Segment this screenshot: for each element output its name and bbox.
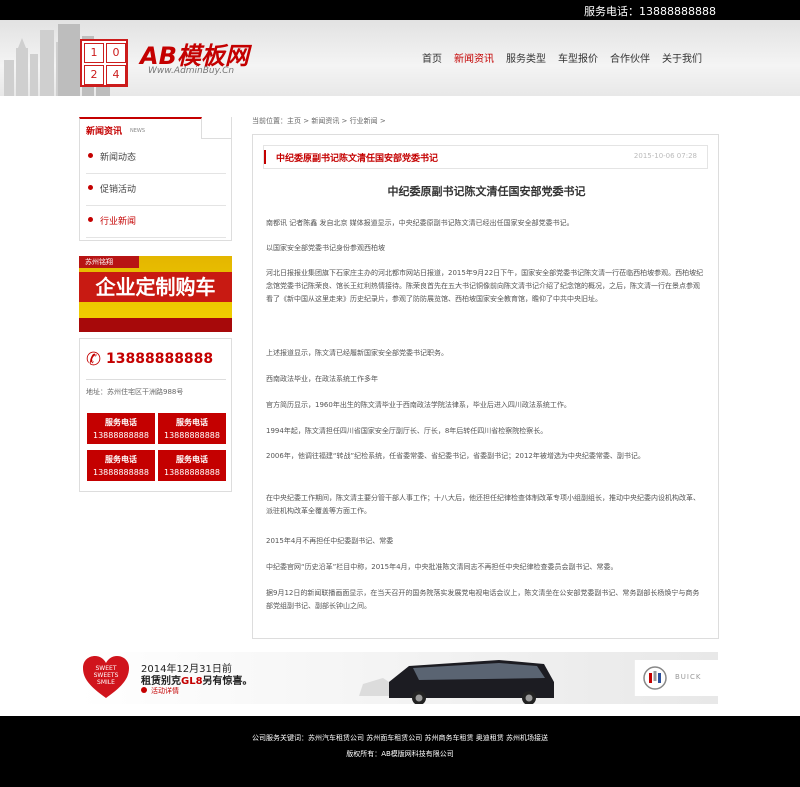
article-paragraph: 南都讯 记者陈鑫 发自北京 媒体报道显示，中央纪委原副书记陈文清已经出任国家安全… xyxy=(266,219,574,227)
heart-line: SWEET xyxy=(96,665,117,672)
article-paragraph: 西南政法毕业，在政法系统工作多年 xyxy=(266,375,378,383)
article-paragraph: 在中央纪委工作期间，陈文清主要分管干部人事工作；十八大后，他还担任纪律检查体制改… xyxy=(266,494,700,515)
contact-phone: 13888888888 xyxy=(106,351,214,367)
banner-text: 企业定制购车 xyxy=(79,272,232,302)
service-number: 13888888888 xyxy=(93,468,149,477)
buick-logo: BUICK xyxy=(634,660,718,696)
footer-copyright: 版权所有：AB模版网科技有限公司 xyxy=(346,750,454,758)
service-label: 服务电话 xyxy=(176,455,208,464)
divider xyxy=(202,138,232,139)
site-header: 1 0 2 4 AB模板网 Www.AdminBuy.Cn 首页 新闻资讯 服务… xyxy=(0,20,800,96)
contact-box: ✆ 13888888888 地址：苏州住宅区干洲路988号 服务电话 13888… xyxy=(79,338,232,492)
ad-line-offer: 租赁别克GL8另有惊喜。 xyxy=(141,672,253,687)
heart-line: SWEETS xyxy=(94,672,119,679)
nav-item-pricing[interactable]: 车型报价 xyxy=(558,50,598,65)
article-paragraph: 据9月12日的新闻联播画面显示，在当天召开的国务院落实发展党电视电话会议上，陈文… xyxy=(266,589,700,610)
main-nav: 首页 新闻资讯 服务类型 车型报价 合作伙伴 关于我们 xyxy=(422,50,702,65)
top-bar: 服务电话：13888888888 xyxy=(0,0,800,20)
service-number: 13888888888 xyxy=(164,431,220,440)
service-number: 13888888888 xyxy=(93,431,149,440)
ad-offer-c: 另有惊喜。 xyxy=(202,676,253,687)
banner-strip xyxy=(79,318,232,332)
article-paragraph: 上述报道显示，陈文清已经履新国家安全部党委书记职务。 xyxy=(266,349,448,357)
article-paragraph: 2006年，他调往福建“转战”纪检系统，任省委常委、省纪委书记，省委副书记；20… xyxy=(266,452,645,460)
logo-cell: 1 xyxy=(84,43,104,63)
promo-ad-banner[interactable]: SWEET SWEETS SMILE 2014年12月31日前 租赁别克GL8另… xyxy=(79,652,718,704)
logo-cell: 2 xyxy=(84,65,104,85)
sidebar-item-label: 行业新闻 xyxy=(100,217,137,227)
ad-offer-model: GL8 xyxy=(181,676,203,687)
article-date: 2015-10-06 07:28 xyxy=(633,152,697,160)
service-label: 服务电话 xyxy=(176,418,208,427)
ad-details-link[interactable]: 活动详情 xyxy=(151,686,179,696)
arrow-icon xyxy=(141,687,147,693)
article-paragraph: 官方简历显示，1960年出生的陈文清毕业于西南政法学院法律系，毕业后进入四川政法… xyxy=(266,401,571,409)
service-phone-button[interactable]: 服务电话 13888888888 xyxy=(87,413,155,444)
nav-item-about[interactable]: 关于我们 xyxy=(662,50,702,65)
sidebar-item-news-updates[interactable]: 新闻动态 xyxy=(86,142,226,174)
sidebar-item-label: 促销活动 xyxy=(100,185,137,195)
heart-line: SMILE xyxy=(97,679,115,686)
accent-bar xyxy=(264,150,266,164)
divider xyxy=(86,379,226,380)
service-phone-button[interactable]: 服务电话 13888888888 xyxy=(158,450,226,481)
article-paragraph: 1994年起，陈文清担任四川省国家安全厅副厅长、厅长，8年后转任四川省检察院检察… xyxy=(266,427,548,435)
service-phone-button[interactable]: 服务电话 13888888888 xyxy=(87,450,155,481)
article-paragraph: 2015年4月不再担任中纪委副书记、常委 xyxy=(266,537,394,545)
sidebar-title: 新闻资讯 xyxy=(86,127,123,137)
service-label: 服务电话 xyxy=(105,418,137,427)
buick-brand-text: BUICK xyxy=(675,673,702,681)
buick-shield-icon xyxy=(643,666,667,690)
article-paragraph: 中纪委官网“历史沿革”栏目中称，2015年4月，中央批准陈文清同志不再担任中央纪… xyxy=(266,563,618,571)
nav-item-services[interactable]: 服务类型 xyxy=(506,50,546,65)
sidebar-item-industry-news[interactable]: 行业新闻 xyxy=(86,206,226,238)
article-bar-title: 中纪委原副书记陈文清任国安部党委书记 xyxy=(276,154,439,164)
site-footer: 公司服务关键词：苏州汽车租赁公司 苏州面车租赁公司 苏州商务车租赁 奥迪租赁 苏… xyxy=(0,716,800,787)
top-phone: 服务电话：13888888888 xyxy=(584,5,716,18)
service-phone-button[interactable]: 服务电话 13888888888 xyxy=(158,413,226,444)
article-paragraph: 以国家安全部党委书记身份参观西柏坡 xyxy=(266,244,385,252)
service-number: 13888888888 xyxy=(164,468,220,477)
logo-subtitle: Www.AdminBuy.Cn xyxy=(148,66,235,76)
custom-car-banner[interactable]: 苏州铭翔 企业定制购车 xyxy=(79,256,232,332)
article-panel: 中纪委原副书记陈文清任国安部党委书记 2015-10-06 07:28 中纪委原… xyxy=(252,134,719,639)
article-paragraph: 河北日报报业集团旗下石家庄主办的河北都市网站日报道，2015年9月22日下午，国… xyxy=(266,269,704,303)
footer-keywords[interactable]: 公司服务关键词：苏州汽车租赁公司 苏州面车租赁公司 苏州商务车租赁 奥迪租赁 苏… xyxy=(0,733,800,743)
logo-cell: 0 xyxy=(106,43,126,63)
logo-cell: 4 xyxy=(106,65,126,85)
heart-logo-icon: SWEET SWEETS SMILE xyxy=(83,656,129,698)
bullet-icon xyxy=(88,153,93,158)
sidebar-title-en: NEWS xyxy=(130,128,146,134)
service-label: 服务电话 xyxy=(105,455,137,464)
breadcrumb[interactable]: 当前位置：主页 > 新闻资讯 > 行业新闻 > xyxy=(252,116,386,126)
article-headline: 中纪委原副书记陈文清任国安部党委书记 xyxy=(387,185,586,198)
bullet-icon xyxy=(88,185,93,190)
logo-mark[interactable]: 1 0 2 4 xyxy=(80,39,128,87)
nav-item-news[interactable]: 新闻资讯 xyxy=(454,50,494,65)
sidebar-item-label: 新闻动态 xyxy=(100,153,137,163)
van-image xyxy=(359,660,554,704)
nav-item-partners[interactable]: 合作伙伴 xyxy=(610,50,650,65)
sidebar-item-promotions[interactable]: 促销活动 xyxy=(86,174,226,206)
article-title-bar: 中纪委原副书记陈文清任国安部党委书记 2015-10-06 07:28 xyxy=(263,145,708,169)
contact-address: 地址：苏州住宅区干洲路988号 xyxy=(86,388,184,396)
sidebar-tab: 新闻资讯 NEWS xyxy=(79,117,202,139)
banner-tag: 苏州铭翔 xyxy=(79,256,139,268)
phone-icon: ✆ xyxy=(86,349,102,370)
bullet-icon xyxy=(88,217,93,222)
nav-item-home[interactable]: 首页 xyxy=(422,50,442,65)
